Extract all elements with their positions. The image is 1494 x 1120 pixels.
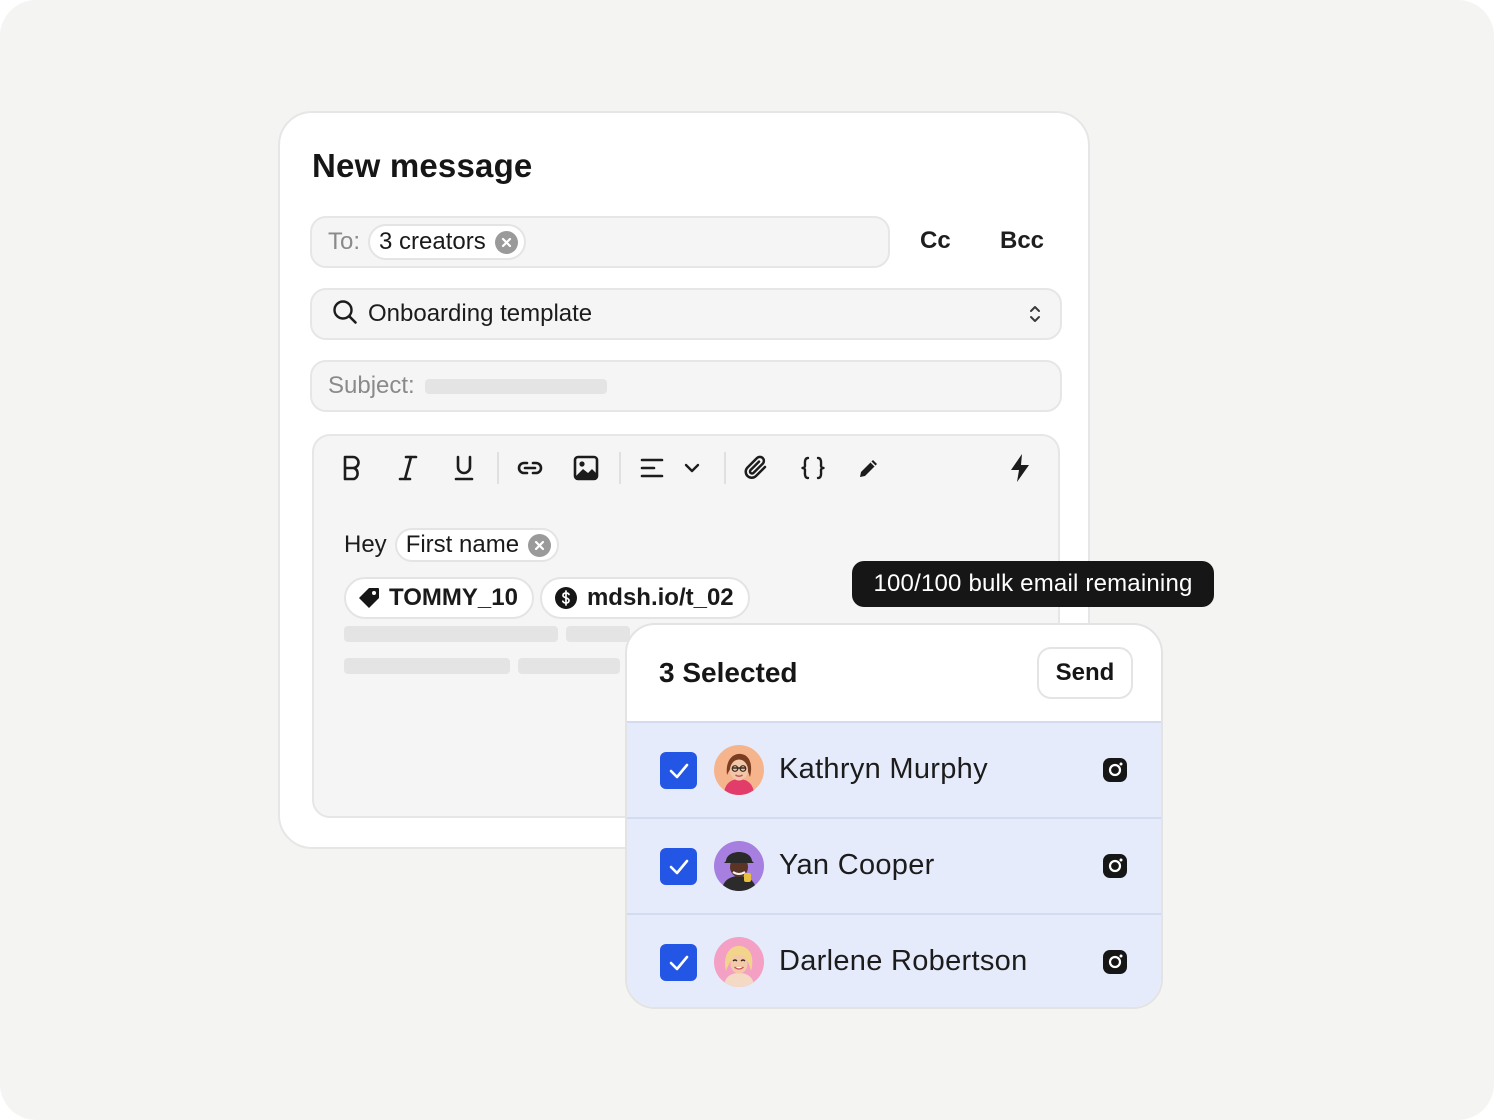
image-icon[interactable] xyxy=(568,450,604,486)
bulk-email-tooltip: 100/100 bulk email remaining xyxy=(852,561,1214,607)
toolbar-divider xyxy=(619,452,621,484)
creator-row[interactable]: Yan Cooper xyxy=(627,817,1161,913)
instagram-icon[interactable] xyxy=(1102,757,1128,788)
align-icon[interactable] xyxy=(634,450,670,486)
dollar-icon xyxy=(554,586,578,610)
tag-chips: TOMMY_10 mdsh.io/t_02 xyxy=(344,577,756,619)
pen-icon[interactable] xyxy=(851,450,887,486)
recipient-chip[interactable]: 3 creators xyxy=(368,224,526,260)
bcc-button[interactable]: Bcc xyxy=(1000,227,1044,255)
template-value: Onboarding template xyxy=(368,300,593,327)
checkbox-checked[interactable] xyxy=(660,752,697,789)
compose-title: New message xyxy=(312,147,533,184)
send-button[interactable]: Send xyxy=(1037,647,1133,699)
creator-name: Kathryn Murphy xyxy=(779,753,988,785)
promo-code-chip[interactable]: TOMMY_10 xyxy=(344,577,534,619)
template-select[interactable]: Onboarding template xyxy=(310,288,1062,340)
paperclip-icon[interactable] xyxy=(739,450,775,486)
to-label: To: xyxy=(328,228,361,255)
checkbox-checked[interactable] xyxy=(660,944,697,981)
avatar xyxy=(714,745,764,795)
body-placeholder xyxy=(344,658,510,674)
selected-creators-panel: 3 Selected Send Kathryn Murphy Yan Coope… xyxy=(625,623,1163,1009)
subject-field[interactable]: Subject: xyxy=(310,360,1062,412)
chevron-down-icon[interactable] xyxy=(674,450,710,486)
avatar xyxy=(714,937,764,987)
creator-row[interactable]: Darlene Robertson xyxy=(627,913,1161,1007)
first-name-chip-label: First name xyxy=(405,531,520,558)
creator-name: Yan Cooper xyxy=(779,849,935,881)
cc-button[interactable]: Cc xyxy=(920,227,951,255)
promo-code-label: TOMMY_10 xyxy=(389,584,518,611)
select-updown-icon xyxy=(1028,303,1042,330)
remove-variable-icon[interactable] xyxy=(528,533,552,557)
first-name-variable-chip[interactable]: First name xyxy=(394,528,560,562)
braces-icon[interactable] xyxy=(795,450,831,486)
greeting-text: Hey xyxy=(344,531,387,558)
avatar xyxy=(714,841,764,891)
creator-row[interactable]: Kathryn Murphy xyxy=(627,721,1161,817)
checkbox-checked[interactable] xyxy=(660,848,697,885)
link-icon[interactable] xyxy=(512,450,548,486)
tracking-link-label: mdsh.io/t_02 xyxy=(586,584,734,611)
canvas: New message To: 3 creators Cc Bcc Onboar… xyxy=(0,0,1494,1120)
underline-icon[interactable] xyxy=(446,450,482,486)
subject-label: Subject: xyxy=(328,372,415,399)
to-field[interactable]: To: 3 creators xyxy=(310,216,890,268)
recipient-chip-label: 3 creators xyxy=(379,228,486,255)
body-placeholder xyxy=(566,626,630,642)
selected-count: 3 Selected xyxy=(659,657,798,688)
toolbar-divider xyxy=(497,452,499,484)
tracking-link-chip[interactable]: mdsh.io/t_02 xyxy=(539,577,750,619)
remove-recipient-icon[interactable] xyxy=(494,230,518,254)
bold-icon[interactable] xyxy=(334,450,370,486)
toolbar-divider xyxy=(724,452,726,484)
subject-placeholder xyxy=(424,378,607,394)
lightning-icon[interactable] xyxy=(1002,450,1038,486)
body-placeholder xyxy=(518,658,620,674)
greeting-line: Hey First name xyxy=(344,528,560,562)
body-placeholder xyxy=(344,626,558,642)
tag-icon xyxy=(358,587,380,609)
instagram-icon[interactable] xyxy=(1102,949,1128,980)
instagram-icon[interactable] xyxy=(1102,853,1128,884)
panel-header: 3 Selected Send xyxy=(627,625,1161,721)
creator-name: Darlene Robertson xyxy=(779,945,1028,977)
search-icon xyxy=(332,299,358,330)
italic-icon[interactable] xyxy=(390,450,426,486)
